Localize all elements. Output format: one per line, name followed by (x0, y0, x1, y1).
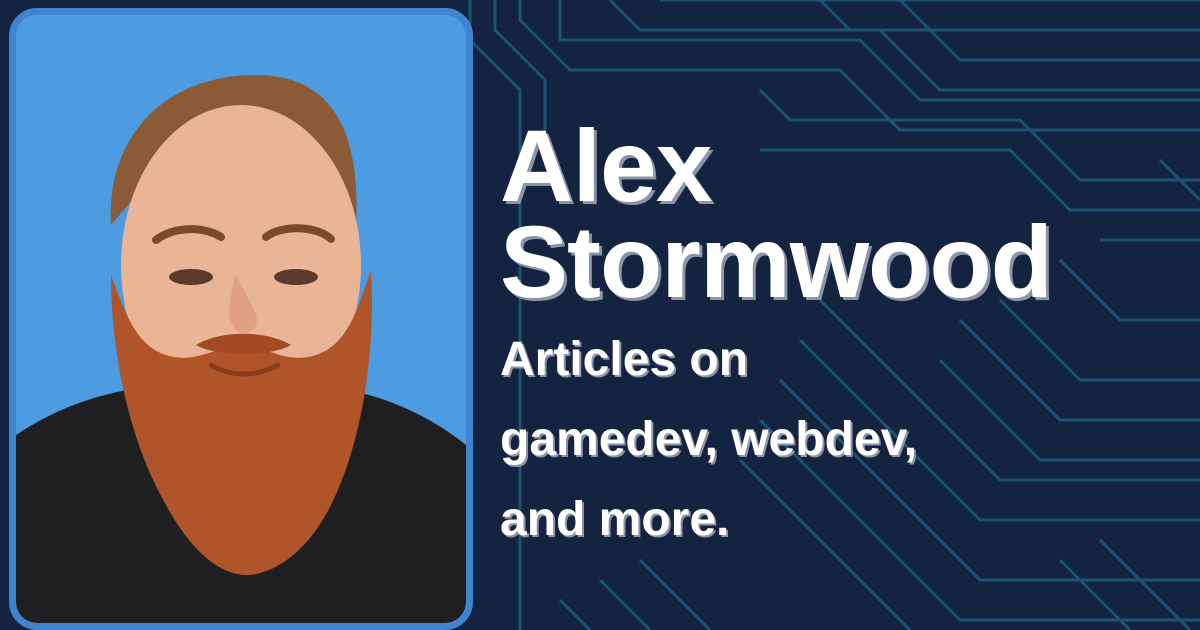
tagline: Articles on gamedev, webdev, and more. (500, 320, 1180, 560)
author-last-name: Stormwood (500, 205, 1053, 319)
portrait-photo (16, 15, 466, 623)
tagline-line-2: gamedev, webdev, (500, 413, 918, 466)
tagline-line-3: and more. (500, 493, 730, 546)
tagline-line-1: Articles on (500, 333, 749, 386)
author-name: Alex Stormwood (500, 109, 1180, 319)
author-first-name: Alex (500, 109, 712, 223)
headline-block: Alex Stormwood Articles on gamedev, webd… (500, 109, 1180, 560)
portrait-frame (9, 8, 473, 630)
social-card: Alex Stormwood Articles on gamedev, webd… (0, 0, 1200, 630)
